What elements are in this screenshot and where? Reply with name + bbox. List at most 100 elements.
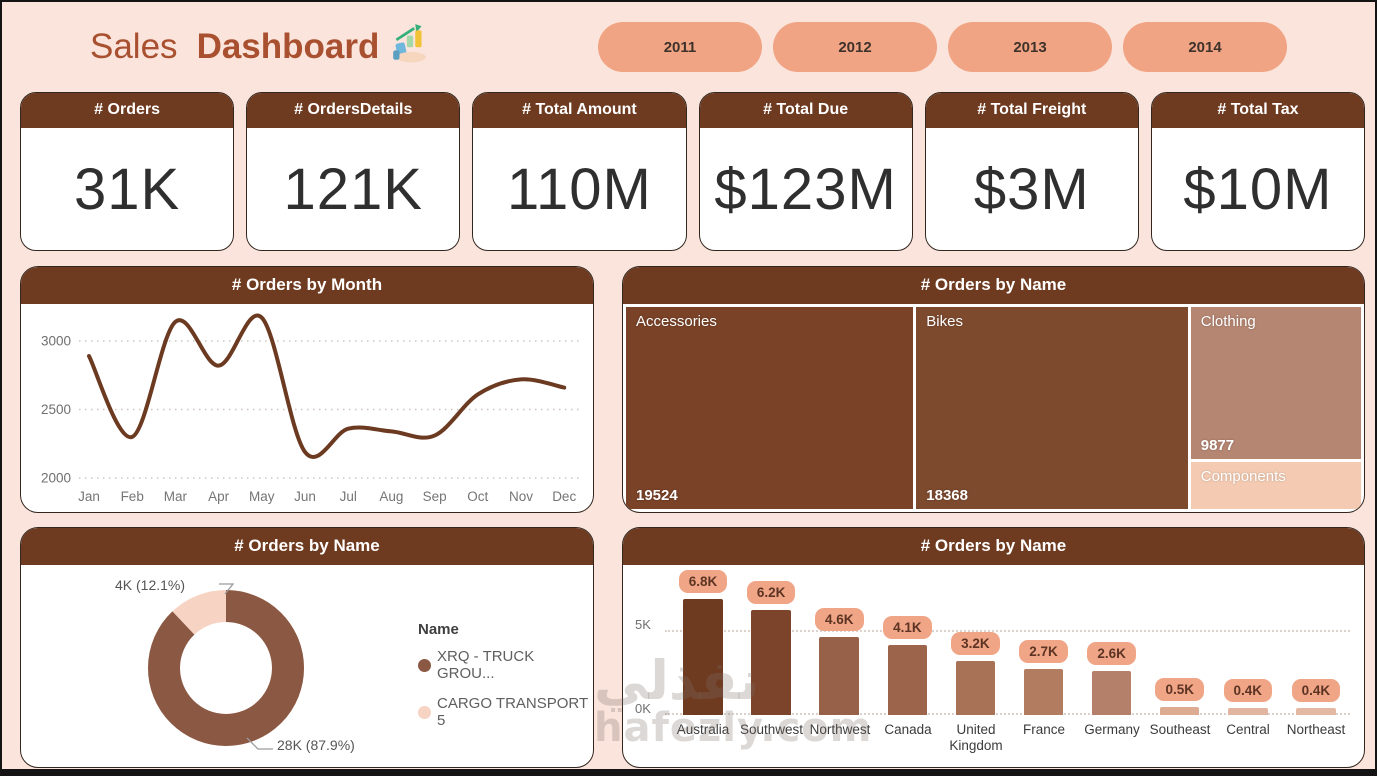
bar-value-label: 4.1K xyxy=(883,616,932,640)
treemap-body: Accessories 19524 Bikes 18368 Clothing 9877 Co… xyxy=(623,304,1364,512)
bar-chart-title: # Orders by Name xyxy=(623,528,1364,565)
treemap-block-value: 18368 xyxy=(926,487,968,504)
donut-chart-body: 4K (12.1%) 28K (87.9%) Name XRQ - TRUCK … xyxy=(21,565,593,767)
bottom-row: # Orders by Name 4K (12.1%) 28K (87.9%) … xyxy=(2,527,1375,768)
treemap-block-components[interactable]: Components xyxy=(1190,461,1361,509)
donut-callout-small-slice: 4K (12.1%) xyxy=(115,577,186,593)
donut-callout-large-slice: 28K (87.9%) xyxy=(277,737,355,753)
svg-text:2000: 2000 xyxy=(41,471,71,486)
year-filter-2013[interactable]: 2013 xyxy=(948,22,1112,72)
treemap-block-bikes[interactable]: Bikes 18368 xyxy=(916,307,1188,509)
bar[interactable] xyxy=(1296,708,1336,715)
legend-item-label: XRQ - TRUCK GROU... xyxy=(437,648,535,682)
bar[interactable] xyxy=(819,636,859,715)
legend-item-cargo-transport-5[interactable]: CARGO TRANSPORT 5 xyxy=(418,695,593,729)
bar-value-label: 4.6K xyxy=(814,607,864,631)
svg-text:Jun: Jun xyxy=(294,489,316,504)
svg-text:Jul: Jul xyxy=(340,489,357,504)
bar-plot-area: 6.8K 6.2K 4.6K 4.1K 3.2K 2.7K 2.6K 0.5K 0.4K 0.4K xyxy=(665,569,1350,715)
line-chart-body: 3000 2500 2000 Jan Feb Mar Apr May Jun Jul Aug Sep O… xyxy=(21,304,593,512)
orders-by-name-donut: 4K (12.1%) 28K (87.9%) xyxy=(51,571,411,767)
bar-value-label: 0.5K xyxy=(1155,677,1204,701)
kpi-row: # Orders 31K # OrdersDetails 121K # Tota… xyxy=(2,92,1375,251)
donut-chart-title: # Orders by Name xyxy=(21,528,593,565)
bar[interactable] xyxy=(1023,669,1064,715)
bar-group-southwest: 6.2K xyxy=(737,569,805,715)
bar-category-label: Central xyxy=(1226,722,1270,737)
bar-group-france: 2.7K xyxy=(1009,569,1077,715)
bar[interactable] xyxy=(683,599,723,715)
kpi-value: $10M xyxy=(1183,156,1333,222)
page-title: Sales Dashboard xyxy=(90,22,431,73)
kpi-card-total-amount: # Total Amount 110M xyxy=(472,92,687,251)
bar-category-label: Southwest xyxy=(740,722,804,737)
kpi-label: # OrdersDetails xyxy=(247,93,460,128)
bar-group-germany: 2.6K xyxy=(1078,569,1146,715)
bar-value-label: 0.4K xyxy=(1223,679,1273,703)
bar-category-label: United Kingdom xyxy=(949,722,1003,754)
bar[interactable] xyxy=(1228,708,1268,715)
treemap-block-label: Bikes xyxy=(926,313,963,330)
treemap-block-accessories[interactable]: Accessories 19524 xyxy=(626,307,914,509)
bar-ytick-5k: 5K xyxy=(635,617,651,632)
bar-value-label: 0.4K xyxy=(1291,679,1341,703)
kpi-card-total-freight: # Total Freight $3M xyxy=(924,92,1139,251)
svg-text:Mar: Mar xyxy=(164,489,188,504)
orders-by-month-line-chart: 3000 2500 2000 Jan Feb Mar Apr May Jun Jul Aug Sep O… xyxy=(41,313,583,504)
bar-category-label: Northeast xyxy=(1286,722,1346,737)
bar-chart-body: 5K 0K 6.8K 6.2K 4.6K 4.1K 3.2K 2.7K 2.6K 0.5K 0.… xyxy=(623,565,1364,767)
bar-group-central: 0.4K xyxy=(1214,569,1282,715)
legend-item-xrq-truck-group[interactable]: XRQ - TRUCK GROU... xyxy=(418,648,593,682)
bar[interactable] xyxy=(887,645,928,715)
bar-group-united-kingdom: 3.2K xyxy=(941,569,1009,715)
treemap-title: # Orders by Name xyxy=(623,267,1364,304)
bar-category-label: Southeast xyxy=(1149,722,1211,737)
dashboard-page: Sales Dashboard 2011 2012 2013 2014 # Or… xyxy=(0,0,1377,776)
svg-text:3000: 3000 xyxy=(41,334,71,349)
legend-title: Name xyxy=(418,621,459,638)
bar-group-australia: 6.8K xyxy=(669,569,737,715)
svg-text:Feb: Feb xyxy=(121,489,144,504)
kpi-card-total-tax: # Total Tax $10M xyxy=(1150,92,1366,251)
middle-row: # Orders by Month 3000 2500 2000 Jan Feb Mar A… xyxy=(2,266,1375,513)
orders-by-name-treemap: Accessories 19524 Bikes 18368 Clothing 9877 Co… xyxy=(623,304,1364,512)
treemap-block-label: Accessories xyxy=(636,313,717,330)
bar[interactable] xyxy=(751,609,791,715)
bar-group-southeast: 0.5K xyxy=(1146,569,1214,715)
bar[interactable] xyxy=(1091,670,1132,715)
year-filter-2012[interactable]: 2012 xyxy=(773,22,937,72)
treemap-block-label: Clothing xyxy=(1200,313,1256,330)
bar-category-label: France xyxy=(1023,722,1066,737)
bar-category-label: Australia xyxy=(676,722,730,737)
page-title-bold: Dashboard xyxy=(196,27,380,66)
bar[interactable] xyxy=(955,660,996,715)
year-filter-2011[interactable]: 2011 xyxy=(598,22,762,72)
treemap-block-clothing[interactable]: Clothing 9877 xyxy=(1190,307,1361,459)
svg-text:Jan: Jan xyxy=(78,489,100,504)
svg-text:Nov: Nov xyxy=(509,489,533,504)
svg-text:Dec: Dec xyxy=(552,489,576,504)
bar-group-northeast: 0.4K xyxy=(1282,569,1350,715)
kpi-value: 31K xyxy=(73,156,181,222)
line-chart-panel: # Orders by Month 3000 2500 2000 Jan Feb Mar A… xyxy=(20,266,594,513)
svg-text:Apr: Apr xyxy=(208,489,230,504)
bar-group-northwest: 4.6K xyxy=(805,569,873,715)
kpi-value: 121K xyxy=(283,156,423,222)
legend-dot-icon xyxy=(418,705,431,719)
sales-chart-icon xyxy=(389,22,431,73)
bar-category-label: Northwest xyxy=(809,722,871,737)
kpi-card-ordersdetails: # OrdersDetails 121K xyxy=(246,92,461,251)
bar[interactable] xyxy=(1159,706,1200,715)
line-chart-title: # Orders by Month xyxy=(21,267,593,304)
kpi-label: # Orders xyxy=(21,93,234,128)
treemap-block-value: 19524 xyxy=(636,487,678,504)
treemap-block-label: Components xyxy=(1200,467,1286,485)
donut-legend: Name XRQ - TRUCK GROU... CARGO TRANSPORT… xyxy=(418,621,593,742)
svg-text:Sep: Sep xyxy=(423,489,447,504)
donut-ring[interactable] xyxy=(131,573,321,763)
kpi-card-orders: # Orders 31K xyxy=(20,92,235,251)
kpi-value: $3M xyxy=(973,156,1090,222)
year-filter-2014[interactable]: 2014 xyxy=(1123,22,1287,72)
bar-value-label: 2.7K xyxy=(1019,640,1068,664)
svg-text:Oct: Oct xyxy=(467,489,488,504)
